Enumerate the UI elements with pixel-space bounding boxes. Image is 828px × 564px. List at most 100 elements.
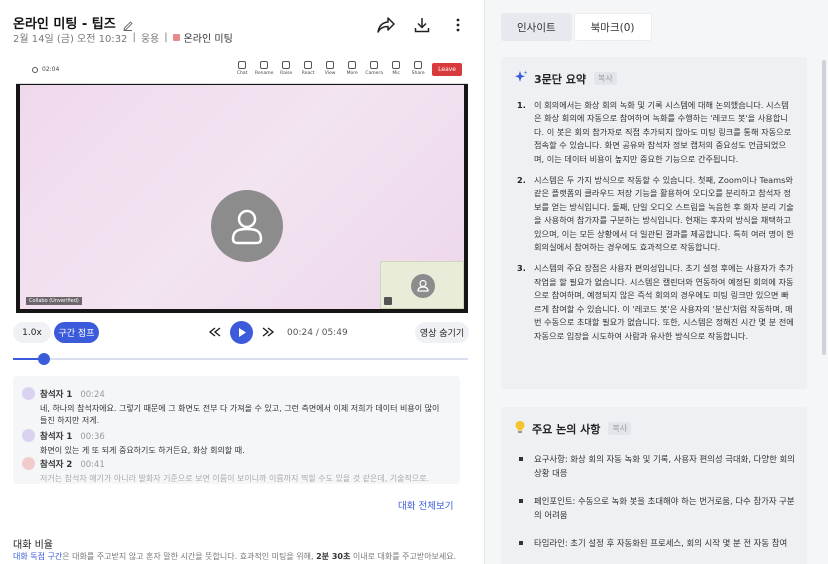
talk-ratio-title: 대화 비율 bbox=[13, 540, 53, 551]
summary-copy-button[interactable]: 복사 bbox=[593, 72, 617, 85]
topics-list: 요구사항: 화상 회의 자동 녹화 및 기록, 사용자 편의성 극대화, 다양한… bbox=[517, 452, 795, 564]
playback-controls: 1.0x 구간 점프 00:24 / 05:49 영상 숨기기 bbox=[13, 321, 469, 346]
progress-knob[interactable] bbox=[38, 353, 51, 365]
share-tool-label: Share bbox=[411, 71, 425, 76]
topic-item-text: 요구사항: 화상 회의 자동 녹화 및 기록, 사용자 편의성 극대화, 다양한… bbox=[534, 454, 795, 478]
chat-tool-label: Chat bbox=[236, 71, 248, 76]
hide-video-button[interactable]: 영상 숨기기 bbox=[415, 322, 469, 343]
play-icon bbox=[238, 328, 246, 337]
grid-icon bbox=[326, 61, 335, 69]
speaker-avatar-icon bbox=[22, 457, 35, 470]
scrollbar[interactable] bbox=[822, 60, 826, 355]
ratio-desc-2: 이내로 대화를 주고받아보세요. bbox=[350, 552, 457, 561]
rename-tool-label: Rename bbox=[254, 71, 274, 76]
share-tool[interactable]: Share bbox=[410, 61, 426, 76]
summary-item: 1. 이 회의에서는 화상 회의 녹화 및 기록 시스템에 대해 논의했습니다. … bbox=[517, 99, 795, 166]
summary-item: 3. 시스템의 주요 장점은 사용자 편의성입니다. 초기 설정 후에는 사용자가… bbox=[517, 262, 795, 342]
tab-bookmark[interactable]: 북마크(0) bbox=[573, 13, 652, 41]
sparkle-icon bbox=[514, 69, 528, 88]
video-player[interactable]: 02:04 Chat Rename Raise React View More … bbox=[16, 57, 468, 313]
raise-tool[interactable]: Raise bbox=[278, 61, 294, 76]
elapsed-label: 02:04 bbox=[42, 66, 60, 73]
speaker-label: 참석자 2 bbox=[40, 460, 73, 470]
bullet-icon bbox=[519, 457, 523, 461]
topic-item-text: 페인포인트: 수동으로 녹화 봇을 초대해야 하는 번거로움, 다수 참가자 구… bbox=[534, 496, 795, 520]
play-button[interactable] bbox=[230, 321, 253, 344]
speaker-name: 참석자 2 00:41 bbox=[40, 458, 105, 470]
ratio-desc-1: 은 대화를 주고받지 않고 혼자 말한 시간을 뜻합니다. 효과적인 미팅을 위… bbox=[62, 552, 317, 561]
tab-bar: 인사이트 북마크(0) bbox=[501, 13, 652, 41]
current-time: 00:24 bbox=[287, 327, 313, 338]
utterance-time: 00:24 bbox=[80, 390, 105, 400]
camera-tool-label: Camera bbox=[365, 71, 383, 76]
meeting-tag[interactable]: 온라인 미팅 bbox=[172, 30, 233, 45]
summary-item-text: 이 회의에서는 화상 회의 녹화 및 기록 시스템에 대해 논의했습니다. 시스… bbox=[534, 100, 792, 164]
header-actions bbox=[376, 15, 468, 35]
play-group: 00:24 / 05:49 bbox=[208, 321, 348, 344]
summary-item-text: 시스템의 주요 장점은 사용자 편의성입니다. 초기 설정 후에는 사용자가 추… bbox=[534, 263, 794, 341]
leave-button[interactable]: Leave bbox=[432, 63, 462, 76]
summary-header: 3문단 요약 복사 bbox=[514, 69, 617, 88]
download-icon[interactable] bbox=[412, 15, 432, 35]
progress-bar[interactable] bbox=[13, 353, 468, 365]
video-stage: Collabo (Unverified) bbox=[20, 85, 464, 309]
people-icon bbox=[260, 61, 269, 69]
pencil-icon[interactable] bbox=[122, 17, 134, 31]
camera-icon bbox=[370, 61, 379, 69]
speaker-label: 참석자 1 bbox=[40, 390, 73, 400]
meeting-tools: Chat Rename Raise React View More Camera… bbox=[234, 61, 462, 76]
speed-button[interactable]: 1.0x bbox=[13, 322, 51, 343]
recording-panel: 온라인 미팅 - 팁즈 2월 14일 (금) 오전 10:32 | 웅용 | 온… bbox=[0, 0, 484, 564]
monologue-highlight: 대화 독점 구간 bbox=[13, 552, 63, 561]
topics-header: 주요 논의 사항 복사 bbox=[514, 419, 632, 438]
meeting-elapsed: 02:04 bbox=[32, 66, 59, 73]
raise-tool-label: Raise bbox=[280, 71, 293, 76]
mic-tool[interactable]: Mic bbox=[388, 61, 404, 76]
meta-separator: | bbox=[132, 32, 136, 43]
transcript-preview: 참석자 1 00:24 네, 하나의 참석자에요. 그렇기 때문에 그 화면도 전부… bbox=[13, 376, 460, 484]
speaker-avatar-icon bbox=[22, 387, 35, 400]
summary-list: 1. 이 회의에서는 화상 회의 녹화 및 기록 시스템에 대해 논의했습니다. … bbox=[517, 99, 795, 351]
bullet-icon bbox=[519, 541, 523, 545]
view-tool[interactable]: View bbox=[322, 61, 338, 76]
share-icon[interactable] bbox=[376, 15, 396, 35]
playback-time: 00:24 / 05:49 bbox=[287, 328, 348, 338]
tab-insight[interactable]: 인사이트 bbox=[501, 13, 572, 41]
mic-muted-icon bbox=[384, 297, 392, 305]
chat-tool[interactable]: Chat bbox=[234, 61, 250, 76]
summary-item-text: 시스템은 두 가지 방식으로 작동할 수 있습니다. 첫째, Zoom이나 Te… bbox=[534, 175, 794, 253]
more-vertical-icon[interactable] bbox=[448, 15, 468, 35]
react-tool-label: React bbox=[301, 71, 315, 76]
rename-tool[interactable]: Rename bbox=[254, 61, 274, 76]
topics-copy-button[interactable]: 복사 bbox=[608, 422, 632, 435]
topic-item: 페인포인트: 수동으로 녹화 봇을 초대해야 하는 번거로움, 다수 참가자 구… bbox=[517, 494, 795, 522]
meeting-category: 웅용 bbox=[140, 34, 160, 45]
summary-item-number: 1. bbox=[517, 100, 526, 110]
talk-ratio-description: 대화 독점 구간은 대화를 주고받지 않고 혼자 말한 시간을 뜻합니다. 효과… bbox=[13, 551, 456, 562]
chat-icon bbox=[238, 61, 247, 69]
meeting-tag-label: 온라인 미팅 bbox=[183, 34, 233, 45]
summary-card: 3문단 요약 복사 1. 이 회의에서는 화상 회의 녹화 및 기록 시스템에 대… bbox=[501, 57, 807, 389]
summary-item-number: 3. bbox=[517, 263, 526, 274]
fast-forward-icon[interactable] bbox=[261, 323, 275, 342]
react-tool[interactable]: React bbox=[300, 61, 316, 76]
camera-tool[interactable]: Camera bbox=[365, 61, 383, 76]
mic-tool-label: Mic bbox=[392, 71, 400, 76]
view-full-transcript-link[interactable]: 대화 전체보기 bbox=[398, 498, 453, 512]
speaker-name: 참석자 1 00:36 bbox=[40, 430, 105, 442]
section-jump-button[interactable]: 구간 점프 bbox=[54, 322, 99, 343]
speaker-label: 참석자 1 bbox=[40, 432, 73, 442]
record-icon bbox=[32, 66, 38, 73]
self-view-thumbnail bbox=[380, 261, 464, 309]
meta-row: 2월 14일 (금) 오전 10:32 | 웅용 | 온라인 미팅 bbox=[13, 30, 233, 45]
summary-title: 3문단 요약 bbox=[534, 72, 586, 86]
more-tool[interactable]: More bbox=[344, 61, 360, 76]
summary-item: 2. 시스템은 두 가지 방식으로 작동할 수 있습니다. 첫째, Zoom이나 … bbox=[517, 174, 795, 254]
topic-item: 요구사항: 화상 회의 자동 녹화 및 기록, 사용자 편의성 극대화, 다양한… bbox=[517, 452, 795, 480]
ratio-duration: 2분 30초 bbox=[316, 552, 351, 561]
participant-avatar-icon bbox=[211, 190, 283, 262]
rewind-icon[interactable] bbox=[208, 323, 222, 342]
participant-name-tag: Collabo (Unverified) bbox=[26, 297, 82, 305]
meta-separator-2: | bbox=[164, 32, 168, 43]
time-separator: / bbox=[315, 327, 319, 338]
